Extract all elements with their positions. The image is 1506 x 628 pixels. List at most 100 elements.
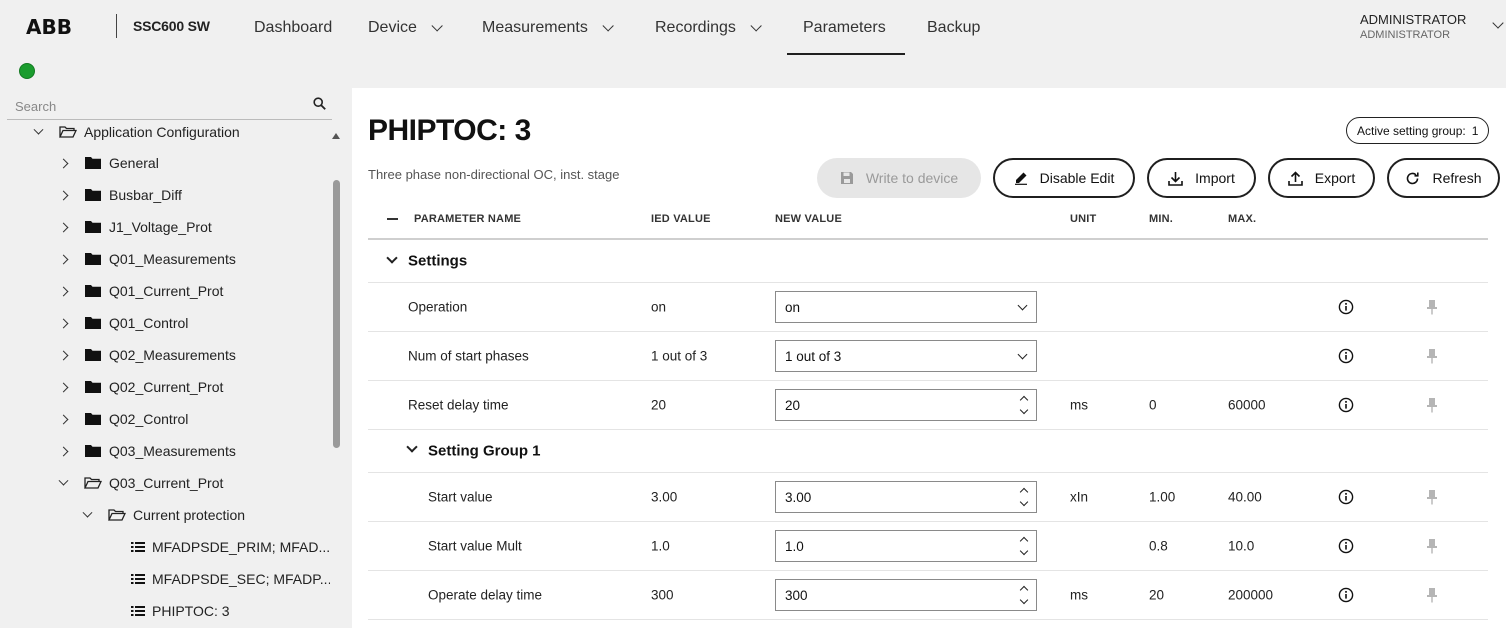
tree-item-q02-control[interactable]: Q02_Control <box>56 403 188 435</box>
table-row: Start value Mult 1.0 1.0 0.8 10.0 <box>368 522 1488 571</box>
new-value-number-input[interactable]: 1.0 <box>775 530 1037 562</box>
tree-item-q01-control[interactable]: Q01_Control <box>56 307 188 339</box>
caret-down-icon[interactable] <box>31 124 45 139</box>
caret-down-icon[interactable] <box>56 475 70 490</box>
info-icon[interactable] <box>1338 587 1354 603</box>
nav-device[interactable]: Device <box>368 0 443 56</box>
caret-right-icon[interactable] <box>56 380 70 394</box>
nav-measurements[interactable]: Measurements <box>482 0 614 56</box>
info-icon[interactable] <box>1338 348 1354 364</box>
write-to-device-label: Write to device <box>865 170 959 186</box>
caret-right-icon[interactable] <box>56 252 70 266</box>
spin-up-icon[interactable] <box>1019 395 1029 405</box>
new-value-select[interactable]: on <box>775 291 1037 323</box>
caret-right-icon[interactable] <box>56 156 70 170</box>
ied-value: 1 out of 3 <box>651 348 708 364</box>
tree-item-label: General <box>109 155 159 171</box>
unit: ms <box>1070 397 1088 413</box>
col-max[interactable]: MAX. <box>1228 213 1256 225</box>
caret-right-icon[interactable] <box>56 316 70 330</box>
info-icon[interactable] <box>1338 299 1354 315</box>
import-button[interactable]: Import <box>1147 158 1256 198</box>
user-name: ADMINISTRATOR <box>1360 12 1467 27</box>
chevron-down-icon <box>431 20 443 32</box>
spin-down-icon[interactable] <box>1019 595 1029 605</box>
tree-item-label: Q03_Current_Prot <box>109 475 224 491</box>
collapse-all-icon[interactable] <box>387 218 398 220</box>
chevron-down-icon[interactable] <box>386 252 398 264</box>
new-value-number-input[interactable]: 20 <box>775 389 1037 421</box>
caret-right-icon[interactable] <box>56 188 70 202</box>
nav-measurements-label: Measurements <box>482 19 588 36</box>
tree-item-mfadpsde-prim[interactable]: MFADPSDE_PRIM; MFAD... <box>131 531 330 563</box>
new-value-number-input[interactable]: 300 <box>775 579 1037 611</box>
caret-down-icon[interactable] <box>80 507 94 522</box>
col-ied-value[interactable]: IED VALUE <box>651 213 711 225</box>
tree-item-busbar-diff[interactable]: Busbar_Diff <box>56 179 182 211</box>
tree-item-q03-current-prot[interactable]: Q03_Current_Prot <box>56 467 223 499</box>
nav-dashboard[interactable]: Dashboard <box>254 0 332 56</box>
pin-icon[interactable] <box>1426 587 1438 603</box>
col-unit[interactable]: UNIT <box>1070 213 1096 225</box>
col-new-value[interactable]: NEW VALUE <box>775 213 842 225</box>
caret-right-icon[interactable] <box>56 284 70 298</box>
nav-recordings[interactable]: Recordings <box>655 0 762 56</box>
chevron-down-icon[interactable] <box>406 441 418 453</box>
nav-parameters[interactable]: Parameters <box>803 0 886 56</box>
tree-item-q03-measurements[interactable]: Q03_Measurements <box>56 435 236 467</box>
spin-down-icon[interactable] <box>1019 546 1029 556</box>
tree-item-q01-measurements[interactable]: Q01_Measurements <box>56 243 236 275</box>
new-value-select[interactable]: 1 out of 3 <box>775 340 1037 372</box>
search-input[interactable] <box>15 97 295 115</box>
scroll-thumb[interactable] <box>333 180 340 448</box>
group-row-settings[interactable]: Settings <box>368 240 1488 283</box>
chevron-down-icon[interactable] <box>1492 17 1504 29</box>
disable-edit-button[interactable]: Disable Edit <box>993 158 1135 198</box>
export-button[interactable]: Export <box>1268 158 1375 198</box>
info-icon[interactable] <box>1338 538 1354 554</box>
nav-backup[interactable]: Backup <box>927 0 980 56</box>
new-value-number-input[interactable]: 3.00 <box>775 481 1037 513</box>
info-icon[interactable] <box>1338 489 1354 505</box>
pin-icon[interactable] <box>1426 397 1438 413</box>
max-value: 200000 <box>1228 587 1274 603</box>
active-nav-indicator <box>787 53 905 55</box>
tree-item-q02-current-prot[interactable]: Q02_Current_Prot <box>56 371 223 403</box>
scroll-up-arrow-icon[interactable] <box>332 133 340 139</box>
page-subtitle: Three phase non-directional OC, inst. st… <box>368 167 620 182</box>
pin-icon[interactable] <box>1426 538 1438 554</box>
user-menu[interactable]: ADMINISTRATOR ADMINISTRATOR <box>1360 12 1466 41</box>
tree-item-current-protection[interactable]: Current protection <box>80 499 245 531</box>
tree-item-j1-voltage-prot[interactable]: J1_Voltage_Prot <box>56 211 212 243</box>
spin-up-icon[interactable] <box>1019 487 1029 497</box>
col-parameter-name[interactable]: PARAMETER NAME <box>414 213 521 225</box>
abb-logo[interactable]: ABB <box>26 15 72 39</box>
col-min[interactable]: MIN. <box>1149 213 1173 225</box>
spin-up-icon[interactable] <box>1019 585 1029 595</box>
tree-item-q02-measurements[interactable]: Q02_Measurements <box>56 339 236 371</box>
spin-down-icon[interactable] <box>1019 405 1029 415</box>
caret-right-icon[interactable] <box>56 220 70 234</box>
spin-up-icon[interactable] <box>1019 536 1029 546</box>
search-icon[interactable] <box>313 97 326 110</box>
spin-down-icon[interactable] <box>1019 497 1029 507</box>
tree-scrollbar[interactable] <box>331 130 342 628</box>
caret-right-icon[interactable] <box>56 412 70 426</box>
tree-item-phiptoc-3[interactable]: PHIPTOC: 3 <box>131 595 230 627</box>
write-to-device-button[interactable]: Write to device <box>817 158 981 198</box>
save-icon <box>840 172 853 184</box>
group-row-setting-group-1[interactable]: Setting Group 1 <box>368 430 1488 473</box>
caret-right-icon[interactable] <box>56 444 70 458</box>
caret-right-icon[interactable] <box>56 348 70 362</box>
folder-open-icon <box>59 126 77 138</box>
tree-item-general[interactable]: General <box>56 147 159 179</box>
pin-icon[interactable] <box>1426 348 1438 364</box>
info-icon[interactable] <box>1338 397 1354 413</box>
pin-icon[interactable] <box>1426 299 1438 315</box>
pin-icon[interactable] <box>1426 489 1438 505</box>
tree-item-application-configuration[interactable]: Application Configuration <box>31 120 240 148</box>
tree-item-q01-current-prot[interactable]: Q01_Current_Prot <box>56 275 223 307</box>
refresh-button[interactable]: Refresh <box>1387 158 1500 198</box>
tree-item-mfadpsde-sec[interactable]: MFADPSDE_SEC; MFADP... <box>131 563 330 595</box>
param-name: Start value <box>428 489 493 505</box>
